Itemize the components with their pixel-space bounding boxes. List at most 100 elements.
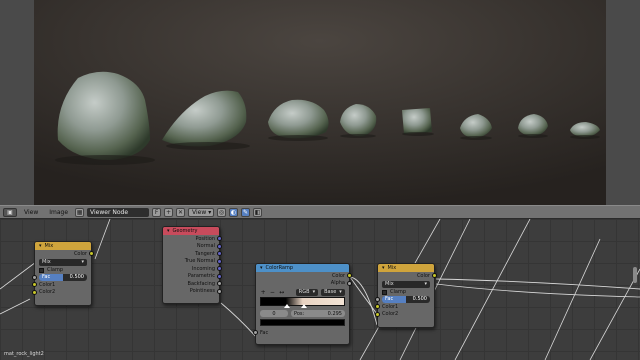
collapse-icon[interactable]: ▾ — [382, 265, 385, 271]
mix-node-right-header[interactable]: ▾ Mix — [378, 264, 434, 272]
clamp-checkbox-row[interactable]: Clamp — [378, 289, 434, 296]
mix-left-output-label: Color — [73, 250, 87, 257]
node-editor-canvas[interactable]: ▾ Mix Color Mix ▾ Clamp Fac 0.500 Color1 — [0, 219, 640, 360]
color-ramp-gradient[interactable] — [260, 297, 345, 308]
color1-label: Color1 — [382, 303, 399, 310]
menu-view[interactable]: View — [20, 209, 42, 216]
sample-tool-icon[interactable]: ✎ — [241, 207, 251, 217]
viewport-left-margin — [0, 0, 34, 205]
chevron-down-icon: ▾ — [339, 289, 342, 295]
flip-ramp-button[interactable]: ↔ — [279, 289, 285, 296]
render-slot-icon[interactable]: ◧ — [253, 207, 263, 217]
fac-label: Fac — [385, 296, 394, 303]
mix-left-output-row: Color — [35, 250, 94, 258]
pin-icon[interactable]: F — [152, 207, 162, 217]
color2-input-socket[interactable] — [32, 289, 37, 295]
stop-index-value: 0 — [272, 310, 276, 317]
geometry-node-header[interactable]: ▾ Geometry — [163, 227, 219, 235]
blend-mode-select[interactable]: Mix ▾ — [382, 280, 430, 288]
chevron-down-icon: ▾ — [81, 259, 84, 265]
output-socket[interactable] — [217, 266, 222, 271]
color1-row: Color1 — [375, 303, 434, 311]
blend-mode-select[interactable]: Mix ▾ — [39, 258, 87, 266]
color1-input-socket[interactable] — [375, 304, 380, 309]
output-socket[interactable] — [217, 236, 222, 241]
geometry-node[interactable]: ▾ Geometry Position Normal Tangent True … — [162, 226, 222, 304]
pivot-icon[interactable]: ◎ — [217, 207, 227, 217]
output-socket[interactable] — [89, 251, 94, 256]
fac-slider[interactable]: Fac 0.500 — [39, 273, 87, 281]
render-viewport[interactable] — [0, 0, 640, 205]
output-socket[interactable] — [217, 288, 222, 294]
rock-render-image — [34, 0, 606, 205]
fac-input-socket[interactable] — [32, 274, 37, 280]
display-channels-icon[interactable]: ◐ — [229, 207, 239, 217]
ramp-stop-handle[interactable] — [284, 304, 291, 308]
colorramp-node-header[interactable]: ▾ ColorRamp — [256, 264, 349, 272]
output-label: Pointiness — [189, 288, 215, 295]
remove-stop-button[interactable]: − — [269, 289, 275, 296]
blend-mode-label: Mix — [385, 281, 394, 287]
add-stop-button[interactable]: + — [260, 289, 266, 296]
color-mode-label: RGB — [298, 289, 310, 295]
color2-label: Color2 — [39, 289, 56, 296]
collapse-icon[interactable]: ▾ — [260, 265, 263, 271]
blend-mode-label: Mix — [42, 259, 51, 265]
color1-input-socket[interactable] — [32, 282, 37, 287]
clamp-label: Clamp — [390, 289, 406, 295]
stop-index-field[interactable]: 0 — [260, 310, 288, 317]
stop-position-value: 0.295 — [327, 310, 342, 317]
color1-row: Color1 — [32, 281, 91, 289]
interpolation-label: Base — [324, 289, 337, 295]
clamp-checkbox[interactable] — [39, 267, 44, 273]
unlink-icon[interactable]: ✕ — [176, 207, 186, 217]
node-editor-scrollbar[interactable] — [633, 267, 637, 283]
output-socket[interactable] — [432, 273, 437, 278]
viewport-right-margin — [606, 0, 640, 205]
output-socket[interactable] — [217, 251, 222, 256]
collapse-icon[interactable]: ▾ — [39, 243, 42, 249]
menu-image[interactable]: Image — [45, 209, 72, 216]
output-label: Alpha — [330, 280, 345, 287]
collapse-icon[interactable]: ▾ — [167, 228, 170, 234]
fac-input-socket[interactable] — [253, 330, 258, 335]
stop-color-swatch[interactable] — [260, 319, 345, 326]
image-browse-icon[interactable]: ▦ — [75, 207, 85, 217]
output-socket[interactable] — [217, 258, 222, 264]
editor-type-icon[interactable]: ▣ — [3, 207, 17, 217]
color2-row: Color2 — [375, 311, 434, 319]
stop-position-field[interactable]: Pos: 0.295 — [291, 310, 345, 317]
geometry-output-true-normal: True Normal — [163, 258, 222, 266]
fac-label: Fac — [42, 274, 51, 281]
output-socket[interactable] — [217, 273, 222, 279]
view-mode-select[interactable]: View ▾ — [188, 207, 215, 217]
output-socket[interactable] — [217, 243, 222, 249]
image-name-field[interactable]: Viewer Node — [87, 207, 150, 217]
colorramp-node[interactable]: ▾ ColorRamp Color Alpha + − ↔ RGB ▾ Base… — [253, 263, 352, 345]
mix-right-output-row: Color — [378, 272, 437, 280]
output-socket[interactable] — [217, 281, 222, 286]
fac-slider[interactable]: Fac 0.500 — [382, 295, 430, 303]
ramp-stop-handle[interactable] — [300, 304, 307, 308]
color-mode-select[interactable]: RGB ▾ — [295, 288, 319, 296]
mix-node-right-title: Mix — [387, 265, 397, 271]
chevron-down-icon: ▾ — [312, 289, 316, 295]
mix-node-left-header[interactable]: ▾ Mix — [35, 242, 91, 250]
output-socket[interactable] — [347, 280, 352, 286]
mix-node-right[interactable]: ▾ Mix Color Mix ▾ Clamp Fac 0.500 Color1 — [375, 263, 437, 328]
color2-input-socket[interactable] — [375, 311, 380, 317]
interpolation-select[interactable]: Base ▾ — [321, 288, 345, 296]
fac-value: 0.500 — [412, 296, 427, 303]
output-socket[interactable] — [347, 273, 352, 278]
clamp-checkbox[interactable] — [382, 289, 387, 295]
image-name-label: Viewer Node — [90, 208, 129, 216]
colorramp-toolbar: + − ↔ RGB ▾ Base ▾ — [256, 287, 349, 297]
material-name-label: mat_rock_light2 — [4, 351, 44, 357]
output-label: Position — [195, 235, 215, 242]
clamp-checkbox-row[interactable]: Clamp — [35, 267, 91, 274]
geometry-output-incoming: Incoming — [163, 265, 222, 273]
colorramp-output-color: Color — [256, 272, 352, 280]
mix-node-left[interactable]: ▾ Mix Color Mix ▾ Clamp Fac 0.500 Color1 — [32, 241, 94, 306]
new-image-icon[interactable]: + — [164, 207, 174, 217]
fac-input-socket[interactable] — [375, 296, 380, 302]
